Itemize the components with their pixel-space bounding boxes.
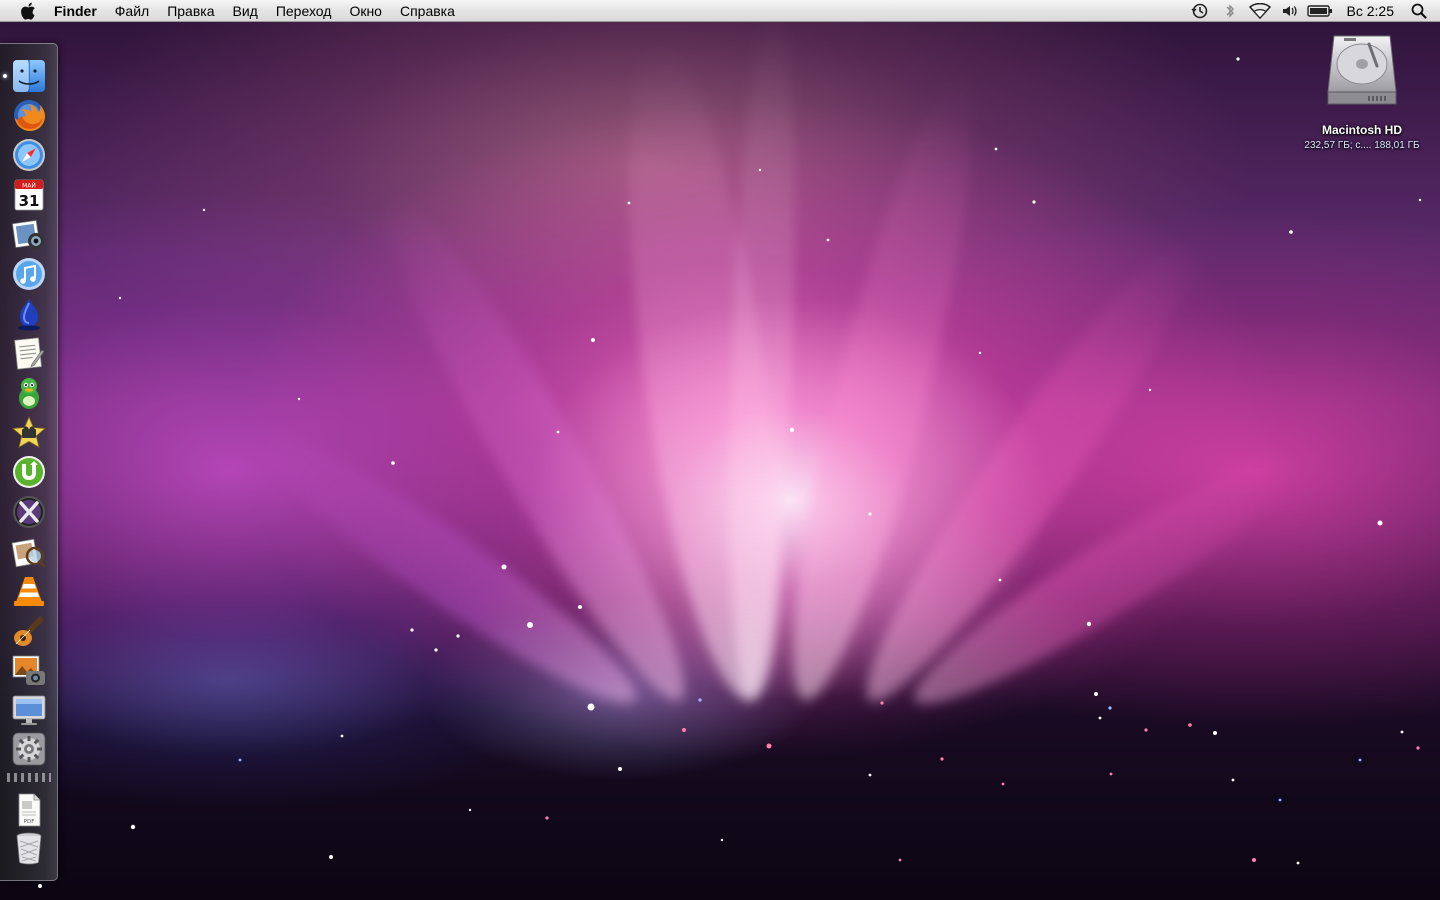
dock-item-firefox[interactable] [10,96,48,134]
imovie-icon [12,415,46,449]
apple-menu[interactable] [8,0,48,22]
dock-item-adium[interactable] [10,374,48,412]
menu-extras: Вс 2:25 [1185,0,1440,22]
menu-edit[interactable]: Правка [158,0,223,22]
dock-item-garageband[interactable] [10,612,48,650]
calendar-day: 31 [19,192,40,210]
dock-item-display[interactable] [10,691,48,729]
adium-icon [19,378,39,409]
drive-capacity-info: 232,57 ГБ; с.... 188,01 ГБ [1304,140,1420,151]
apple-logo-icon [21,2,35,20]
preview-icon [11,538,47,569]
bluetooth-icon[interactable] [1215,0,1245,22]
photo-booth-icon [11,219,44,249]
menu-view[interactable]: Вид [224,0,267,22]
dock-item-utorrent[interactable] [10,453,48,491]
dock-item-ical[interactable]: МАЙ 31 [10,176,48,214]
garageband-icon [14,616,44,646]
utorrent-icon [13,456,45,488]
firefox-icon [14,100,45,131]
iphoto-icon [12,655,45,685]
dock-item-safari[interactable] [10,136,48,174]
desktop-wallpaper[interactable] [0,0,1440,900]
itunes-icon [13,258,45,290]
volume-icon[interactable] [1275,0,1305,22]
dock-item-photo-booth[interactable] [10,216,48,254]
dock-item-adium-duck[interactable] [10,295,48,333]
drive-name: Macintosh HD [1321,123,1402,137]
menu-clock[interactable]: Вс 2:25 [1335,0,1404,22]
dock-item-mac-os-x[interactable] [10,493,48,531]
spotlight-search-icon[interactable] [1404,0,1434,22]
running-indicator [3,74,7,78]
pdf-label: PDF [24,819,35,825]
starfield [38,57,1422,888]
time-machine-icon[interactable] [1185,0,1215,22]
menu-go[interactable]: Переход [267,0,341,22]
textedit-icon [14,337,45,370]
dock-item-finder[interactable] [10,57,48,95]
dock-item-vlc[interactable] [10,572,48,610]
dock-item-preview[interactable] [10,533,48,571]
dock-item-textedit[interactable] [10,334,48,372]
ical-icon: МАЙ 31 [14,179,44,211]
wifi-icon[interactable] [1245,0,1275,22]
safari-icon [13,139,45,171]
desktop-drive-macintosh-hd[interactable]: Macintosh HD 232,57 ГБ; с.... 188,01 ГБ [1296,30,1428,151]
dock-item-pdf-stack[interactable]: PDF [10,791,48,829]
battery-icon[interactable] [1305,0,1335,22]
dock-item-itunes[interactable] [10,255,48,293]
mac-os-x-icon [13,496,45,528]
menu-help[interactable]: Справка [391,0,464,22]
trash-icon [16,832,42,865]
dock-item-trash[interactable] [10,829,48,867]
menu-file[interactable]: Файл [106,0,158,22]
vlc-icon [14,577,44,606]
dock-item-iphoto[interactable] [10,651,48,689]
dock-separator [7,773,51,782]
calendar-month: МАЙ [22,183,36,190]
menu-window[interactable]: Окно [340,0,391,22]
finder-icon [13,60,45,92]
system-preferences-icon [12,732,46,766]
menu-app-name[interactable]: Finder [48,0,106,22]
dock-item-imovie[interactable] [10,414,48,452]
menu-bar: Finder Файл Правка Вид Переход Окно Спра… [0,0,1440,22]
pdf-document-icon: PDF [18,793,41,827]
adium-duck-icon [18,299,40,331]
display-icon [12,695,46,725]
dock-item-system-preferences[interactable] [10,730,48,768]
dock: МАЙ 31 PDF [0,43,58,881]
hard-drive-icon [1327,35,1397,105]
